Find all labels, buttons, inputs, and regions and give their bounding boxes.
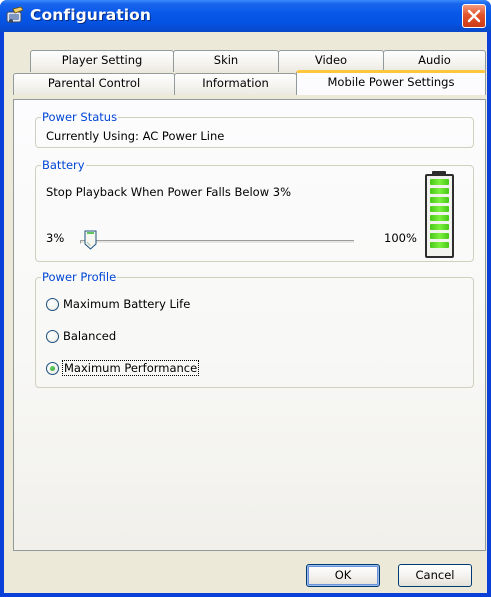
power-status-text: Currently Using: AC Power Line	[46, 129, 225, 143]
ok-button[interactable]: OK	[306, 564, 380, 587]
close-icon	[467, 9, 481, 23]
tab-audio[interactable]: Audio	[383, 50, 486, 72]
tab-mobile-power-settings[interactable]: Mobile Power Settings	[296, 70, 486, 95]
power-threshold-slider-track[interactable]	[80, 240, 354, 244]
battery-cell	[430, 215, 449, 221]
configuration-window: Configuration Player Setting Skin Video …	[0, 0, 491, 597]
tab-label: Player Setting	[61, 53, 143, 67]
tab-information[interactable]: Information	[174, 73, 297, 95]
tab-label: Information	[202, 76, 269, 90]
tab-label: Parental Control	[47, 76, 141, 90]
radio-button[interactable]	[46, 297, 59, 311]
configuration-app-icon	[6, 6, 25, 25]
battery-cell	[430, 188, 449, 194]
battery-cell	[430, 224, 449, 230]
slider-min-label: 3%	[46, 231, 65, 245]
tab-player-setting[interactable]: Player Setting	[30, 50, 174, 72]
power-profile-legend: Power Profile	[42, 270, 117, 284]
tab-parental-control[interactable]: Parental Control	[13, 73, 175, 95]
power-threshold-slider-thumb[interactable]	[84, 230, 97, 250]
battery-cell	[430, 242, 449, 248]
battery-cell	[430, 206, 449, 212]
radio-label: Maximum Battery Life	[63, 297, 191, 311]
stop-playback-threshold-text: Stop Playback When Power Falls Below 3%	[46, 185, 292, 199]
cancel-button[interactable]: Cancel	[398, 564, 472, 587]
radio-maximum-performance[interactable]: Maximum Performance	[46, 359, 200, 377]
battery-cell	[430, 197, 449, 203]
tab-label: Mobile Power Settings	[327, 75, 455, 89]
radio-label: Maximum Performance	[61, 360, 200, 376]
radio-button-selected[interactable]	[46, 361, 59, 375]
radio-maximum-battery-life[interactable]: Maximum Battery Life	[46, 295, 190, 313]
battery-level-indicator	[425, 174, 454, 258]
battery-cell	[430, 179, 449, 185]
radio-balanced[interactable]: Balanced	[46, 327, 116, 345]
tab-label: Skin	[213, 53, 239, 67]
power-status-legend: Power Status	[42, 110, 118, 124]
tab-label: Video	[314, 53, 348, 67]
radio-label: Balanced	[63, 329, 117, 343]
slider-max-label: 100%	[384, 231, 417, 245]
tab-skin[interactable]: Skin	[173, 50, 279, 72]
battery-group: Battery	[35, 158, 474, 262]
window-title: Configuration	[30, 6, 152, 24]
battery-cell	[430, 233, 449, 239]
close-button[interactable]	[462, 4, 486, 28]
tab-video[interactable]: Video	[278, 50, 384, 72]
tab-label: Audio	[418, 53, 451, 67]
battery-legend: Battery	[42, 158, 85, 172]
title-bar[interactable]: Configuration	[0, 0, 491, 32]
radio-button[interactable]	[46, 329, 59, 343]
